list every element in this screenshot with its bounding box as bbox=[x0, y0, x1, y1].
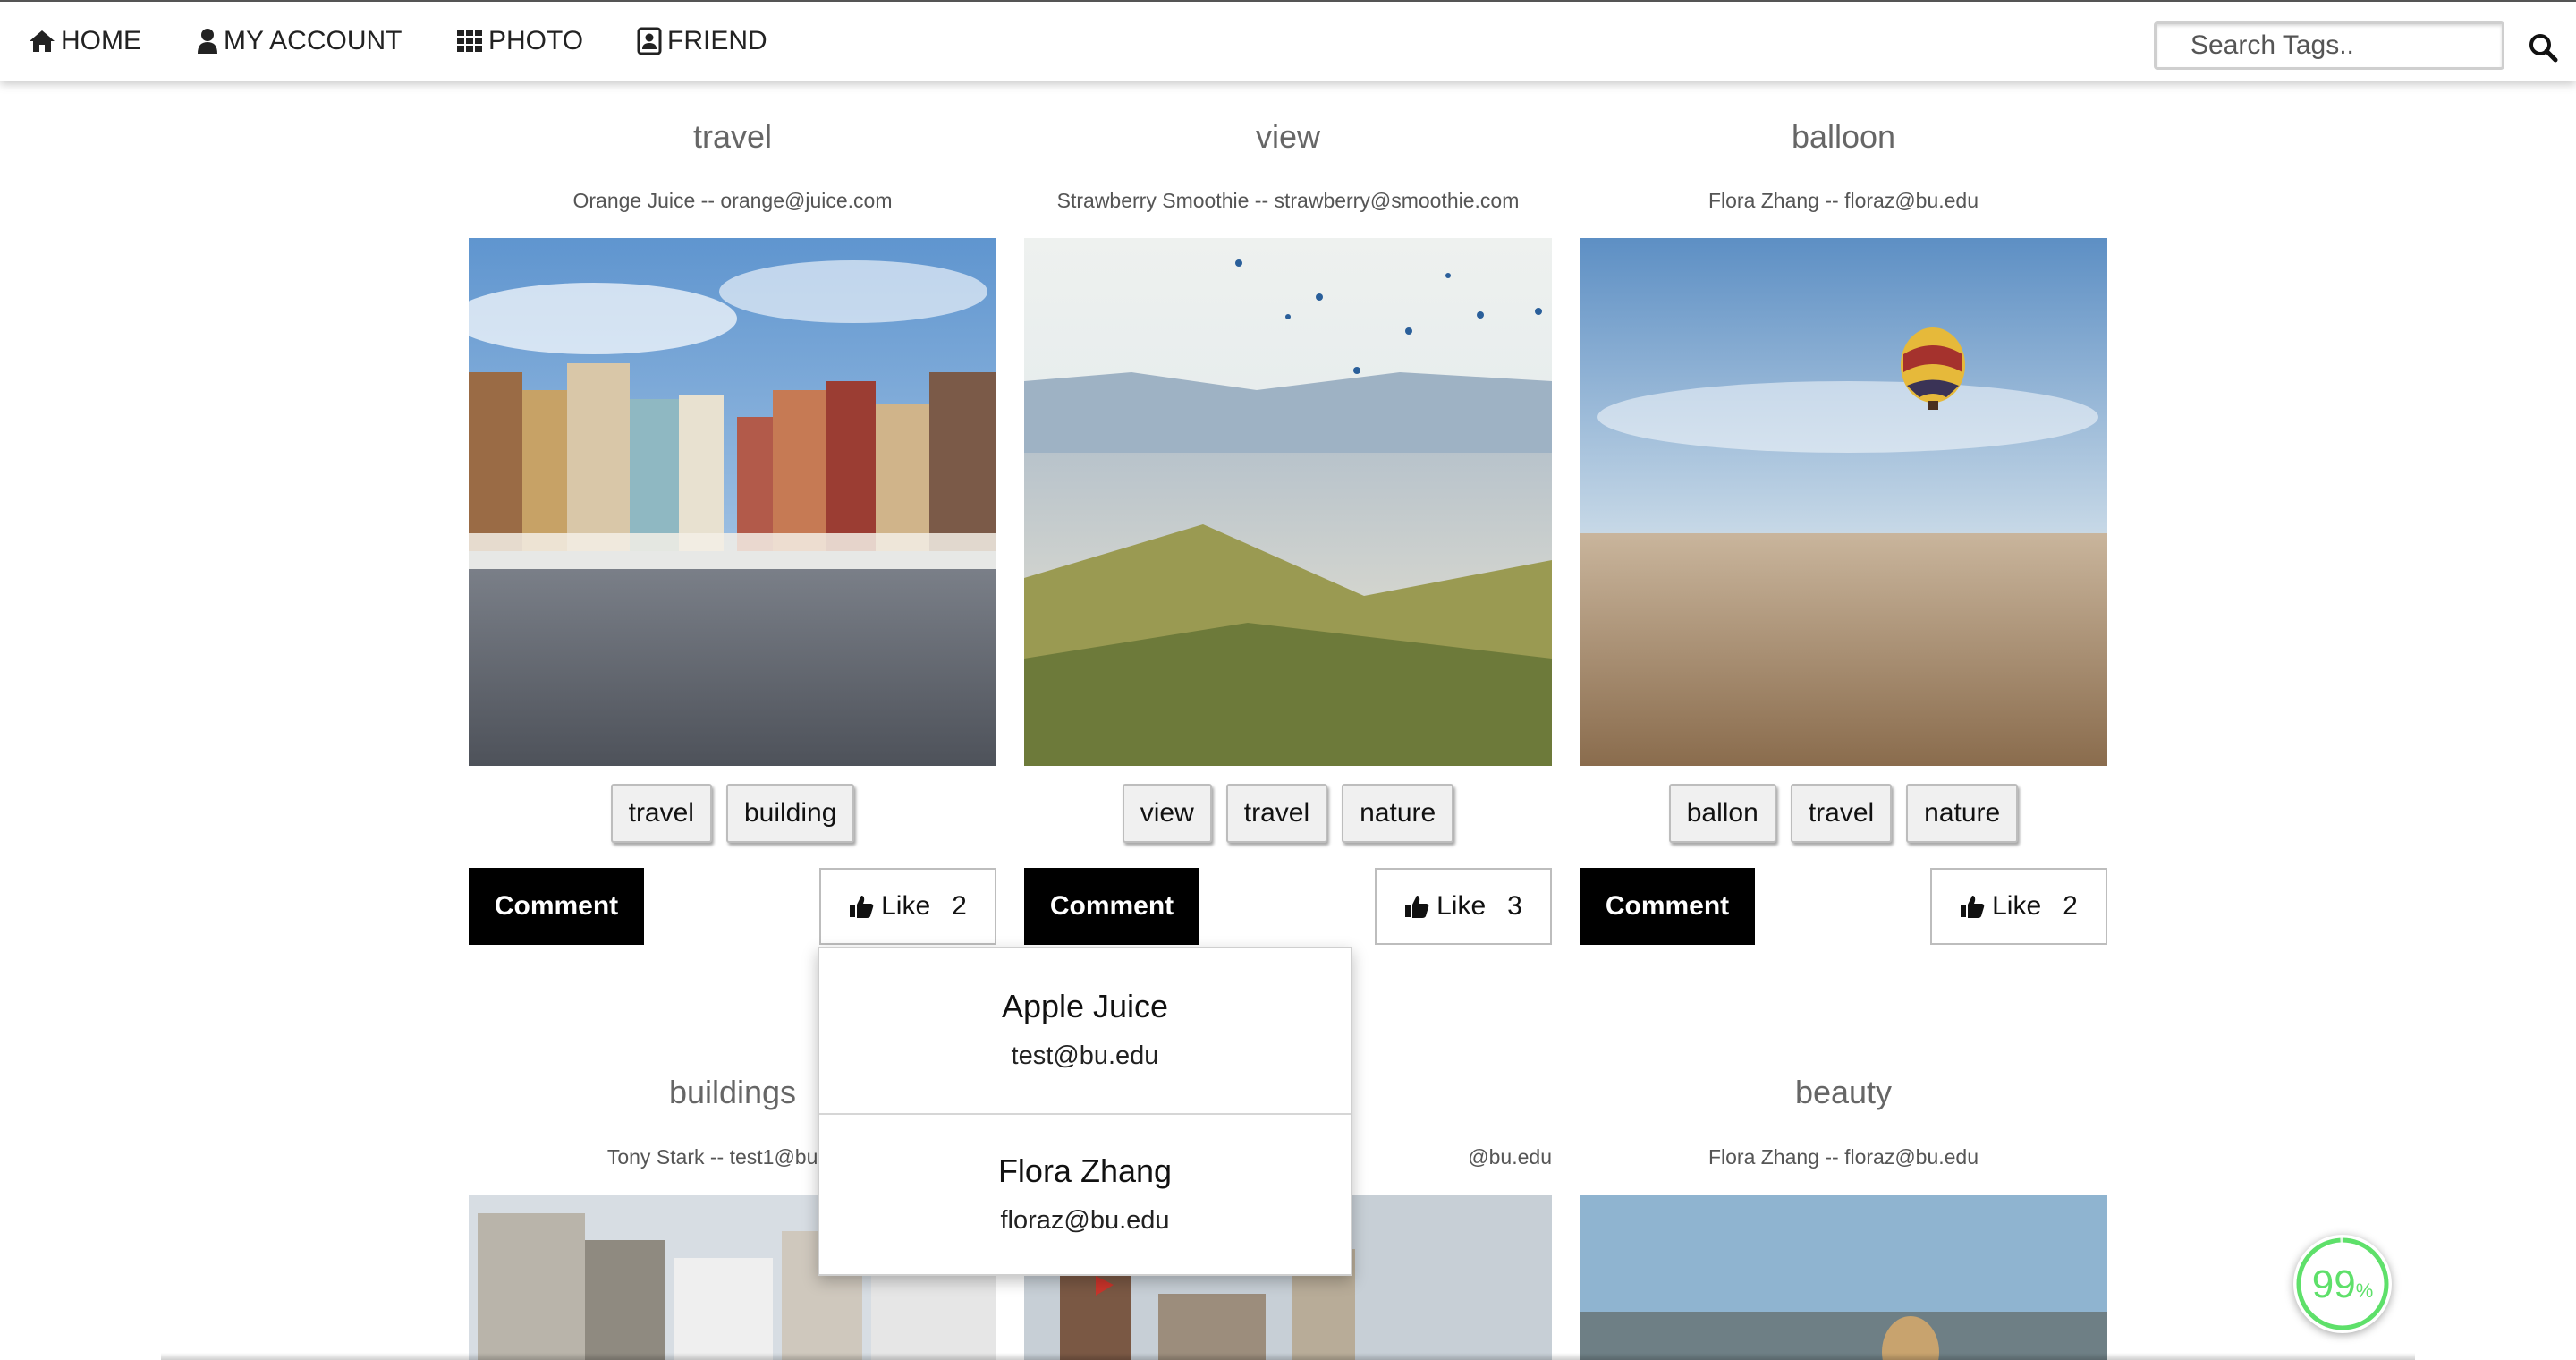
nav-photo-label: PHOTO bbox=[488, 26, 584, 55]
liker-item[interactable]: Flora Zhang floraz@bu.edu bbox=[819, 1152, 1351, 1236]
scroll-shadow bbox=[161, 1353, 2415, 1360]
desert-balloon-image bbox=[1580, 238, 2107, 766]
photo-owner: Flora Zhang -- floraz@bu.edu bbox=[1707, 1145, 1979, 1169]
nav-photo[interactable]: PHOTO bbox=[456, 21, 583, 61]
top-navbar: HOME MY ACCOUNT PHOTO FRIEND bbox=[0, 0, 2576, 81]
tag-button[interactable]: nature bbox=[1342, 784, 1454, 843]
nav-home[interactable]: HOME bbox=[29, 21, 141, 61]
old-town-square-image bbox=[469, 238, 996, 766]
photo-owner: Flora Zhang -- floraz@bu.edu bbox=[1707, 189, 1979, 212]
like-label: Like bbox=[881, 891, 931, 921]
liker-email: floraz@bu.edu bbox=[1000, 1206, 1170, 1235]
photo-caption: balloon bbox=[1791, 118, 1896, 155]
liker-email: test@bu.edu bbox=[1011, 1041, 1159, 1070]
nav-my-account[interactable]: MY ACCOUNT bbox=[197, 21, 402, 61]
home-icon bbox=[30, 30, 55, 52]
tag-button[interactable]: nature bbox=[1906, 784, 2019, 843]
thumbs-up-icon bbox=[850, 896, 874, 918]
tag-button[interactable]: building bbox=[725, 784, 855, 843]
liker-name: Flora Zhang bbox=[997, 1152, 1173, 1189]
liker-item[interactable]: Apple Juice test@bu.edu bbox=[819, 988, 1351, 1071]
tag-list: view travel nature bbox=[1024, 784, 1552, 843]
progress-badge[interactable]: 99% bbox=[2293, 1235, 2392, 1333]
divider bbox=[819, 1113, 1351, 1115]
photo-owner: Strawberry Smoothie -- strawberry@smooth… bbox=[1056, 189, 1520, 212]
thumbs-up-icon bbox=[1961, 896, 1985, 918]
nav-home-label: HOME bbox=[61, 26, 141, 55]
like-button[interactable]: Like 3 bbox=[1375, 868, 1552, 945]
tag-button[interactable]: travel bbox=[610, 784, 712, 843]
valley-balloons-image bbox=[1024, 238, 1552, 766]
photo-image[interactable] bbox=[1580, 238, 2107, 766]
like-count: 2 bbox=[952, 891, 967, 921]
contact-card-icon bbox=[637, 27, 662, 55]
like-count: 2 bbox=[2063, 891, 2078, 921]
photo-image[interactable] bbox=[1024, 238, 1552, 766]
like-button[interactable]: Like 2 bbox=[1930, 868, 2107, 945]
photo-image[interactable] bbox=[469, 238, 996, 766]
search-icon[interactable] bbox=[2528, 32, 2558, 63]
tag-button[interactable]: travel bbox=[1790, 784, 1893, 843]
nav-friend-label: FRIEND bbox=[667, 26, 767, 55]
photo-owner: Orange Juice -- orange@juice.com bbox=[572, 189, 893, 212]
like-label: Like bbox=[1436, 891, 1487, 921]
likers-popup: Apple Juice test@bu.edu Flora Zhang flor… bbox=[818, 947, 1352, 1276]
beauty-portrait-image bbox=[1580, 1195, 2107, 1360]
search-tags-input[interactable] bbox=[2154, 21, 2504, 70]
tag-list: ballon travel nature bbox=[1580, 784, 2107, 843]
tag-button[interactable]: view bbox=[1122, 784, 1212, 843]
progress-value: 99% bbox=[2311, 1262, 2374, 1306]
like-count: 3 bbox=[1507, 891, 1522, 921]
comment-button[interactable]: Comment bbox=[469, 868, 644, 945]
thumbs-up-icon bbox=[1405, 896, 1429, 918]
like-button[interactable]: Like 2 bbox=[819, 868, 996, 945]
like-label: Like bbox=[1992, 891, 2042, 921]
nav-account-label: MY ACCOUNT bbox=[224, 26, 402, 55]
liker-name: Apple Juice bbox=[1001, 988, 1169, 1024]
grid-icon bbox=[457, 30, 482, 52]
photo-caption: travel bbox=[692, 118, 773, 155]
user-icon bbox=[198, 29, 217, 54]
comment-button[interactable]: Comment bbox=[1580, 868, 1755, 945]
tag-button[interactable]: ballon bbox=[1668, 784, 1776, 843]
comment-button[interactable]: Comment bbox=[1024, 868, 1199, 945]
photo-caption: view bbox=[1255, 118, 1321, 155]
photo-caption: beauty bbox=[1794, 1074, 1893, 1110]
tag-button[interactable]: travel bbox=[1225, 784, 1328, 843]
nav-friend[interactable]: FRIEND bbox=[637, 21, 767, 61]
photo-image[interactable] bbox=[1580, 1195, 2107, 1360]
tag-list: travel building bbox=[469, 784, 996, 843]
